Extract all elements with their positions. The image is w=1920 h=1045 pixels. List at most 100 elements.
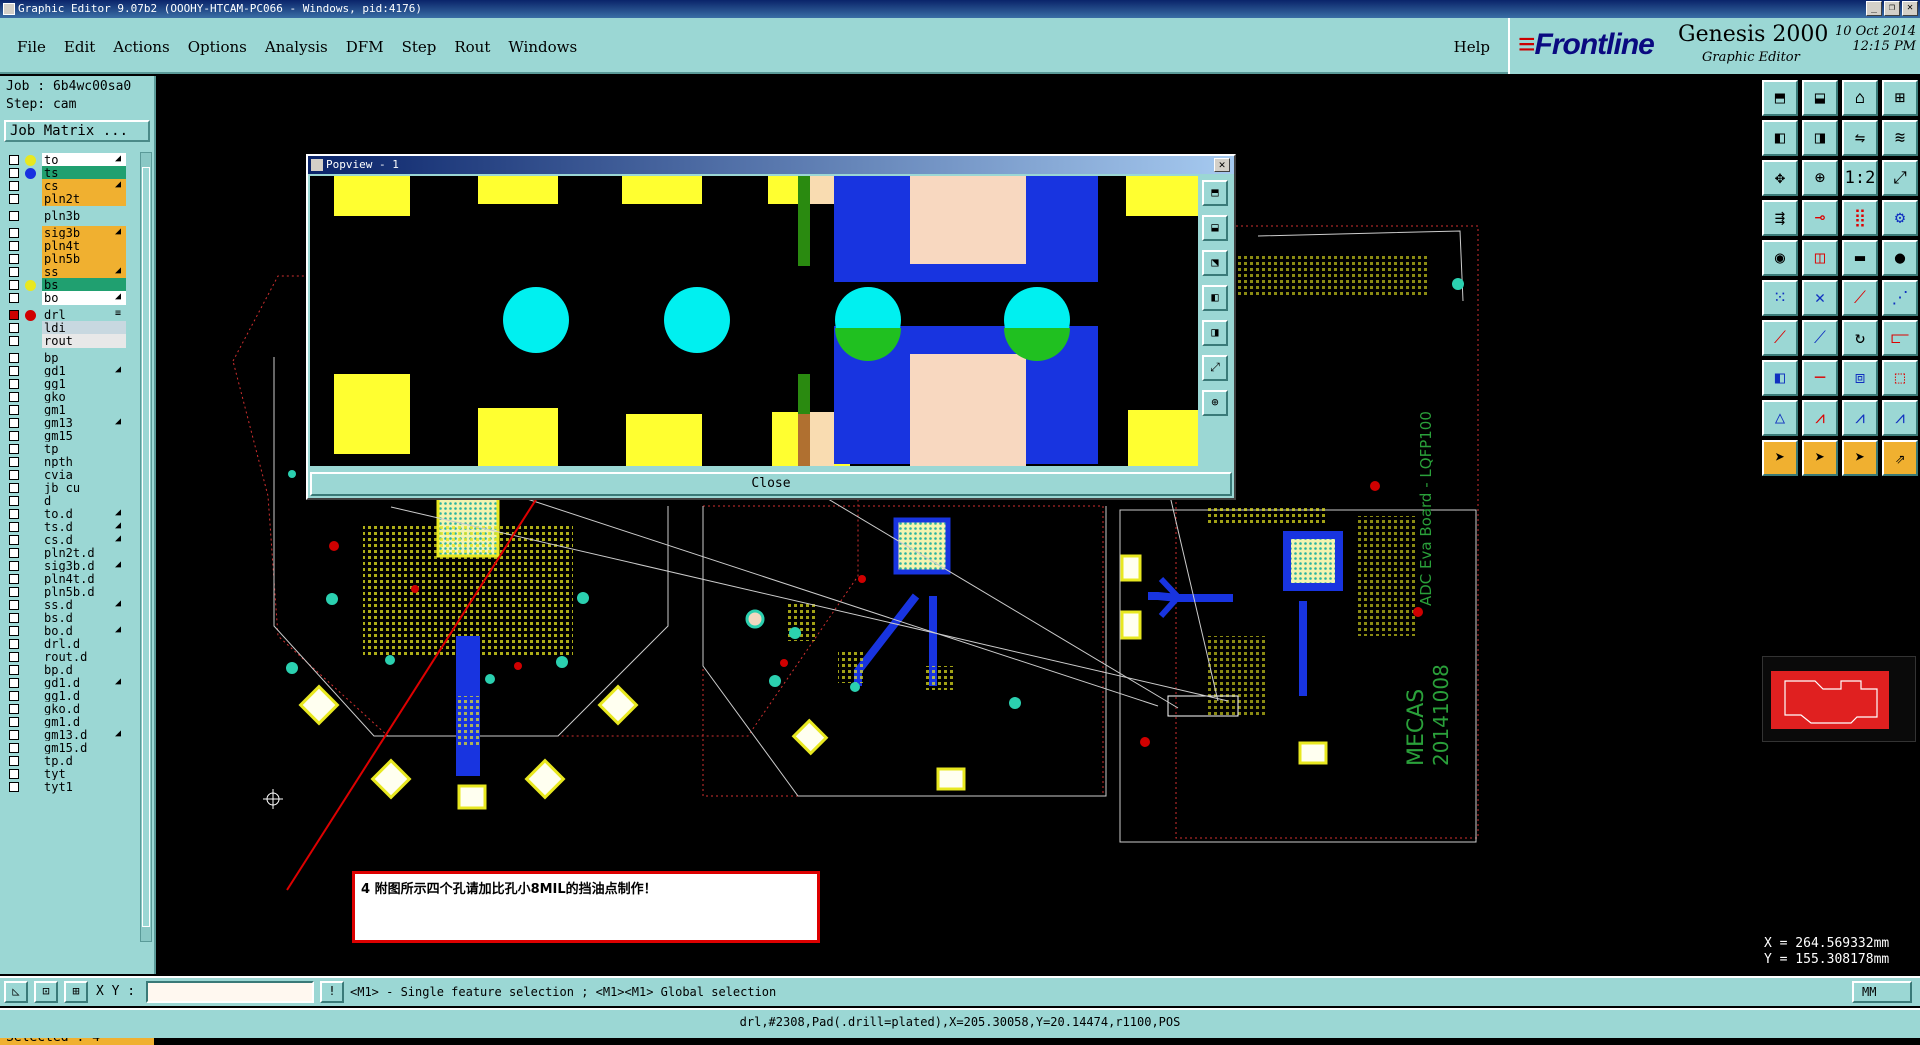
layer-checkbox[interactable] [9, 418, 19, 428]
scale-icon[interactable]: 1:2 [1842, 160, 1878, 196]
layer-checkbox[interactable] [9, 336, 19, 346]
layer-name[interactable]: rout [42, 334, 126, 348]
popview-zoom-out-icon[interactable]: ⬔ [1202, 250, 1228, 276]
layer-checkbox[interactable] [9, 717, 19, 727]
info-icon[interactable]: ! [320, 981, 344, 1003]
layer-checkbox[interactable] [9, 457, 19, 467]
layer-checkbox[interactable] [9, 730, 19, 740]
draw-line-2-icon[interactable]: ⟋ [1802, 320, 1838, 356]
home-icon[interactable]: ⌂ [1842, 80, 1878, 116]
menu-dfm[interactable]: DFM [337, 38, 393, 56]
popview-pan-left-icon[interactable]: ◧ [1202, 285, 1228, 311]
layer-checkbox[interactable] [9, 280, 19, 290]
text-icon[interactable]: ⫍ [1882, 320, 1918, 356]
menu-help[interactable]: Help [1454, 38, 1490, 56]
layer-checkbox[interactable] [9, 254, 19, 264]
layer-row[interactable]: tyt1 [4, 779, 144, 795]
arc-icon[interactable]: ↻ [1842, 320, 1878, 356]
layer-checkbox[interactable] [9, 353, 19, 363]
popview-zoom-in-icon[interactable]: ⬓ [1202, 215, 1228, 241]
zoom-center-icon[interactable]: ⊕ [1802, 160, 1838, 196]
layer-checkbox[interactable] [9, 267, 19, 277]
layer-row[interactable]: pln3b [4, 208, 144, 224]
layer-checkbox[interactable] [9, 639, 19, 649]
config-icon[interactable]: ⚙ [1882, 200, 1918, 236]
layer-list-scrollbar[interactable] [140, 152, 152, 942]
layer-checkbox[interactable] [9, 211, 19, 221]
layer-checkbox[interactable] [9, 392, 19, 402]
layer-checkbox[interactable] [9, 756, 19, 766]
layer-checkbox[interactable] [9, 600, 19, 610]
job-matrix-button[interactable]: Job Matrix ... [4, 120, 150, 142]
open-step-icon[interactable]: ⬒ [1762, 80, 1798, 116]
grid-snap-icon[interactable]: ⊡ [34, 981, 58, 1003]
layer-checkbox[interactable] [9, 241, 19, 251]
app-system-icon[interactable] [3, 3, 15, 15]
ruler-icon[interactable]: ⊞ [64, 981, 88, 1003]
route-icon[interactable]: ⋰ [1882, 280, 1918, 316]
layer-checkbox[interactable] [9, 691, 19, 701]
scroll-thumb[interactable] [142, 167, 150, 927]
layer-checkbox[interactable] [9, 496, 19, 506]
connect-icon[interactable]: ⁙ [1762, 280, 1798, 316]
popview-close-button[interactable]: Close [310, 472, 1232, 496]
layer-name[interactable]: tyt1 [42, 780, 126, 794]
layer-checkbox[interactable] [9, 665, 19, 675]
layer-checkbox[interactable] [9, 431, 19, 441]
pan-icon[interactable]: ✥ [1762, 160, 1798, 196]
polygon-icon[interactable]: △ [1762, 400, 1798, 436]
layer-checkbox[interactable] [9, 366, 19, 376]
layer-checkbox[interactable] [9, 379, 19, 389]
hline-icon[interactable]: ─ [1802, 360, 1838, 396]
layer-checkbox[interactable] [9, 228, 19, 238]
lines-icon[interactable]: ≋ [1882, 120, 1918, 156]
restore-button[interactable]: ❐ [1884, 1, 1900, 16]
overview-minimap[interactable] [1762, 656, 1916, 742]
layer-checkbox[interactable] [9, 470, 19, 480]
move-icon[interactable]: ◧ [1762, 360, 1798, 396]
layer-checkbox[interactable] [9, 293, 19, 303]
layer-checkbox[interactable] [9, 444, 19, 454]
layer-checkbox[interactable] [9, 509, 19, 519]
layer-right-icon[interactable]: ◨ [1802, 120, 1838, 156]
popview-fit-icon[interactable]: ⤢ [1202, 355, 1228, 381]
popview-canvas[interactable] [310, 176, 1198, 466]
menu-edit[interactable]: Edit [55, 38, 104, 56]
layer-checkbox[interactable] [9, 548, 19, 558]
pad-icon[interactable]: ◉ [1762, 240, 1798, 276]
swap-icon[interactable]: ⇋ [1842, 120, 1878, 156]
draw-line-icon[interactable]: ⟋ [1762, 320, 1798, 356]
layer-checkbox[interactable] [9, 782, 19, 792]
menu-rout[interactable]: Rout [445, 38, 499, 56]
layer-name[interactable]: pln3b [42, 209, 126, 223]
save-icon[interactable]: ⬓ [1802, 80, 1838, 116]
layer-checkbox[interactable] [9, 678, 19, 688]
layer-checkbox[interactable] [9, 652, 19, 662]
layer-checkbox[interactable] [9, 405, 19, 415]
probe-icon[interactable]: ⊸ [1802, 200, 1838, 236]
snap-icon[interactable]: ◺ [4, 981, 28, 1003]
select-icon[interactable]: ➤ [1762, 440, 1798, 476]
menu-step[interactable]: Step [393, 38, 446, 56]
menu-options[interactable]: Options [179, 38, 256, 56]
polyline-icon[interactable]: ⩘ [1802, 400, 1838, 436]
layer-checkbox[interactable] [9, 194, 19, 204]
layer-checkbox[interactable] [9, 323, 19, 333]
layer-checkbox[interactable] [9, 769, 19, 779]
layer-checkbox[interactable] [9, 574, 19, 584]
grid-icon[interactable]: ⊞ [1882, 80, 1918, 116]
menu-windows[interactable]: Windows [499, 38, 586, 56]
measure-icon[interactable]: ⇶ [1762, 200, 1798, 236]
layer-checkbox[interactable] [9, 561, 19, 571]
units-selector[interactable]: MM [1852, 981, 1912, 1003]
rect-icon[interactable]: ⬚ [1882, 360, 1918, 396]
minimize-button[interactable]: _ [1866, 1, 1882, 16]
layer-name[interactable]: pln2t [42, 192, 126, 206]
layer-checkbox[interactable] [9, 310, 19, 320]
layer-checkbox[interactable] [9, 626, 19, 636]
layer-left-icon[interactable]: ◧ [1762, 120, 1798, 156]
layer-row[interactable]: bo ◢ [4, 290, 144, 306]
select-2-icon[interactable]: ➤ [1802, 440, 1838, 476]
select-4-icon[interactable]: ⇗ [1882, 440, 1918, 476]
layer-checkbox[interactable] [9, 168, 19, 178]
